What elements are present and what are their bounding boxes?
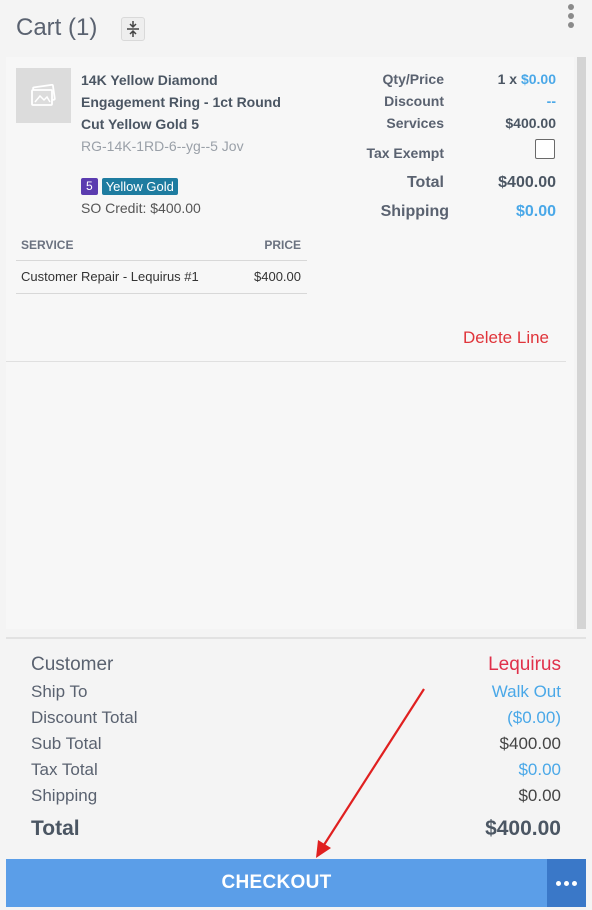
ellipsis-icon [556,880,561,886]
service-column-header: SERVICE [21,238,74,252]
discount-total-link[interactable]: ($0.00) [507,708,561,728]
product-sku: RG-14K-1RD-6--yg--5 Jov [81,138,244,154]
customer-name-link[interactable]: Lequirus [488,654,561,676]
ship-to-link[interactable]: Walk Out [492,682,561,702]
discount-total-row: Discount Total ($0.00) [31,705,561,731]
grand-total-row: Total $400.00 [31,811,561,847]
ship-to-row: Ship To Walk Out [31,679,561,705]
customer-row: Customer Lequirus [31,651,561,679]
discount-value[interactable]: -- [460,93,556,109]
line-total-value: $400.00 [498,174,556,191]
tax-exempt-checkbox[interactable] [535,139,555,159]
ship-to-label: Ship To [31,682,88,701]
services-label: Services [386,115,444,131]
tax-total-link[interactable]: $0.00 [518,760,561,780]
grand-total-label: Total [31,817,80,840]
order-totals: Customer Lequirus Ship To Walk Out Disco… [31,651,561,847]
tax-total-label: Tax Total [31,760,98,779]
shipping-total-row: Shipping $0.00 [31,783,561,809]
cart-header: Cart (1) [0,0,592,56]
checkout-button[interactable]: CHECKOUT [6,859,547,907]
line-shipping-value[interactable]: $0.00 [460,203,556,221]
qty-price-value[interactable]: 1 x $0.00 [460,71,556,87]
collapse-icon [127,21,139,37]
services-table-header: SERVICE PRICE [16,232,307,261]
product-name[interactable]: 14K Yellow Diamond Engagement Ring - 1ct… [81,69,281,135]
image-icon [30,83,56,106]
sub-total-value: $400.00 [499,734,561,753]
collapse-expand-button[interactable] [121,17,145,41]
so-credit: SO Credit: $400.00 [81,200,201,216]
qty-price-label: Qty/Price [382,71,444,87]
service-name: Customer Repair - Lequirus #1 [21,269,199,284]
price-column-header: PRICE [264,238,301,252]
line-shipping-label: Shipping [380,203,449,220]
checkout-more-options-button[interactable] [547,859,586,907]
discount-total-label: Discount Total [31,708,138,727]
grand-total-value: $400.00 [485,817,561,840]
size-badge: 5 [81,178,98,195]
product-badges: 5 Yellow Gold [81,178,178,195]
services-value: $400.00 [505,115,556,131]
discount-label: Discount [384,93,444,109]
services-table: SERVICE PRICE Customer Repair - Lequirus… [16,232,307,294]
metal-badge: Yellow Gold [101,178,178,195]
item-divider [6,361,566,362]
shipping-total-label: Shipping [31,786,98,805]
customer-label: Customer [31,654,114,675]
cart-scrollbar[interactable] [577,57,586,629]
sub-total-label: Sub Total [31,734,102,753]
tax-total-row: Tax Total $0.00 [31,757,561,783]
cart-title: Cart (1) [16,14,98,41]
delete-line-button[interactable]: Delete Line [463,328,549,348]
more-options-icon[interactable] [564,4,578,34]
unit-price: $0.00 [520,71,556,87]
service-price: $400.00 [254,269,301,284]
totals-divider [6,637,586,639]
table-row[interactable]: Customer Repair - Lequirus #1 $400.00 [16,261,307,294]
shipping-total-value: $0.00 [518,786,561,805]
qty-value: 1 x [497,71,518,87]
product-image-placeholder [16,68,71,123]
sub-total-row: Sub Total $400.00 [31,731,561,757]
tax-exempt-label: Tax Exempt [366,145,444,161]
line-total-label: Total [406,174,444,191]
